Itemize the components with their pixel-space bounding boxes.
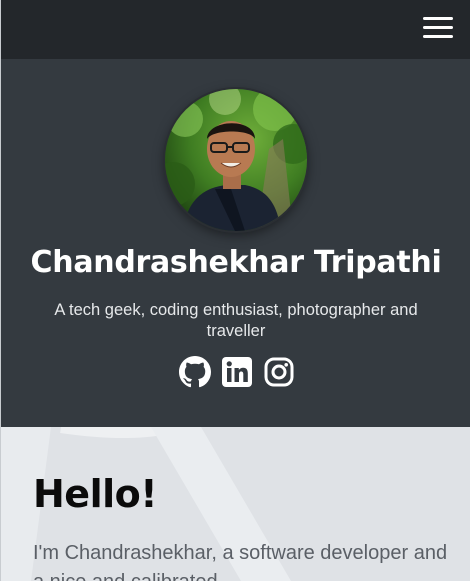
greeting-heading: Hello!: [33, 472, 158, 516]
hero-section: Chandrashekhar Tripathi A tech geek, cod…: [1, 59, 470, 427]
intro-text: I'm Chandrashekhar, a software developer…: [33, 542, 448, 581]
social-links: [179, 356, 295, 388]
instagram-link[interactable]: [263, 356, 295, 388]
page-frame: Chandrashekhar Tripathi A tech geek, cod…: [0, 0, 470, 581]
hamburger-menu-icon[interactable]: [421, 14, 457, 42]
avatar-photo: [165, 89, 307, 231]
linkedin-icon: [222, 357, 252, 387]
hamburger-bar: [423, 17, 453, 20]
profile-avatar: [165, 89, 307, 231]
profile-tagline: A tech geek, coding enthusiast, photogra…: [54, 301, 418, 340]
top-navbar: [1, 0, 470, 59]
hamburger-bar: [423, 35, 453, 38]
github-icon: [179, 356, 211, 388]
github-link[interactable]: [179, 356, 211, 388]
about-section: Hello! I'm Chandrashekhar, a software de…: [1, 427, 470, 581]
linkedin-link[interactable]: [221, 356, 253, 388]
hamburger-bar: [423, 26, 453, 29]
profile-name: Chandrashekhar Tripathi: [30, 245, 442, 280]
instagram-icon: [264, 357, 294, 387]
